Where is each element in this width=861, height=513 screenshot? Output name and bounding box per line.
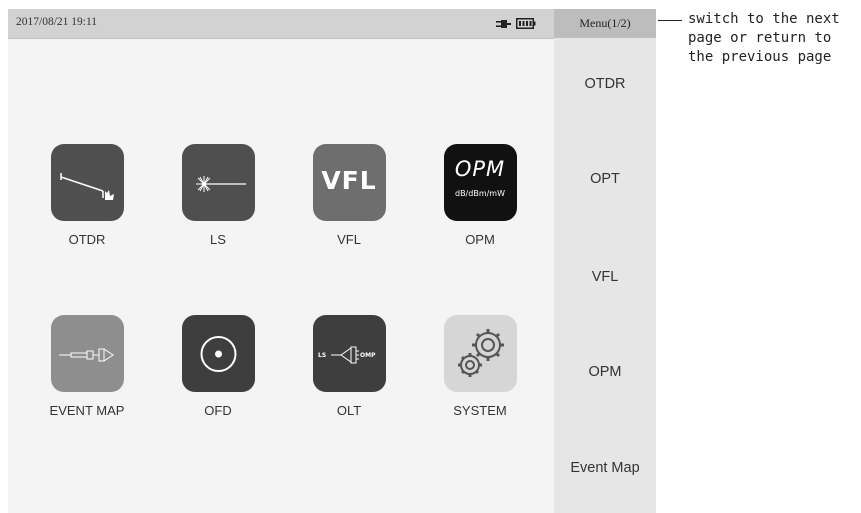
annotation-note: switch to the next page or return to the… <box>688 11 840 65</box>
annotation-leader-line <box>658 20 682 21</box>
gears-icon <box>457 329 504 377</box>
app-label: OFD <box>204 403 232 418</box>
event-map-tile[interactable] <box>50 315 124 392</box>
app-ofd[interactable]: OFD <box>173 315 263 418</box>
menu-item-vfl[interactable]: VFL <box>554 269 656 285</box>
opm-units-label: dB/dBm/mW <box>454 189 506 198</box>
laser-source-icon <box>195 176 246 192</box>
datetime-label: 2017/08/21 19:11 <box>16 16 98 28</box>
app-event-map[interactable]: EVENT MAP <box>42 315 132 418</box>
app-otdr[interactable]: OTDR <box>42 144 132 247</box>
vfl-logo-icon: VFL <box>321 166 377 195</box>
plug-icon <box>496 20 511 28</box>
menu-page-button[interactable]: Menu(1/2) <box>554 9 656 38</box>
opm-logo-icon: OPM <box>454 157 506 181</box>
app-opm[interactable]: OPM dB/dBm/mW OPM <box>435 144 525 247</box>
target-circle-icon <box>200 336 236 372</box>
menu-item-event-map[interactable]: Event Map <box>554 460 656 476</box>
menu-item-opt[interactable]: OPT <box>554 171 656 187</box>
system-tile[interactable] <box>443 315 517 392</box>
ofd-tile[interactable] <box>181 315 255 392</box>
menu-item-opm[interactable]: OPM <box>554 364 656 380</box>
olt-omp-text: OMP <box>360 352 376 359</box>
app-ls[interactable]: LS <box>173 144 263 247</box>
app-vfl[interactable]: VFL VFL <box>304 144 394 247</box>
otdr-trace-icon <box>59 173 114 200</box>
app-grid: OTDR LS VFL VFL OPM dB/dBm/mW OPM EVENT … <box>8 38 554 513</box>
vfl-tile[interactable]: VFL <box>312 144 386 221</box>
olt-tile[interactable]: LS OMP <box>312 315 386 392</box>
battery-icon <box>516 18 536 29</box>
opm-tile[interactable]: OPM dB/dBm/mW <box>443 144 517 221</box>
app-system[interactable]: SYSTEM <box>435 315 525 418</box>
device-screen: 2017/08/21 19:11 OTDR LS VFL VFL OPM dB/… <box>8 9 656 513</box>
side-menu: Menu(1/2) OTDR OPT VFL OPM Event Map <box>554 9 656 513</box>
loss-test-icon: LS OMP <box>318 346 376 364</box>
app-olt[interactable]: LS OMP OLT <box>304 315 394 418</box>
fiber-connector-icon <box>58 348 114 362</box>
app-label: OTDR <box>68 232 106 247</box>
app-label: OPM <box>465 232 495 247</box>
app-label: OLT <box>336 403 362 418</box>
otdr-tile[interactable] <box>50 144 124 221</box>
app-label: LS <box>210 232 226 247</box>
app-label: EVENT MAP <box>49 403 125 418</box>
status-bar: 2017/08/21 19:11 <box>8 9 554 39</box>
menu-item-otdr[interactable]: OTDR <box>554 76 656 92</box>
olt-ls-text: LS <box>318 352 326 359</box>
app-label: SYSTEM <box>453 403 507 418</box>
ls-tile[interactable] <box>181 144 255 221</box>
app-label: VFL <box>337 232 361 247</box>
